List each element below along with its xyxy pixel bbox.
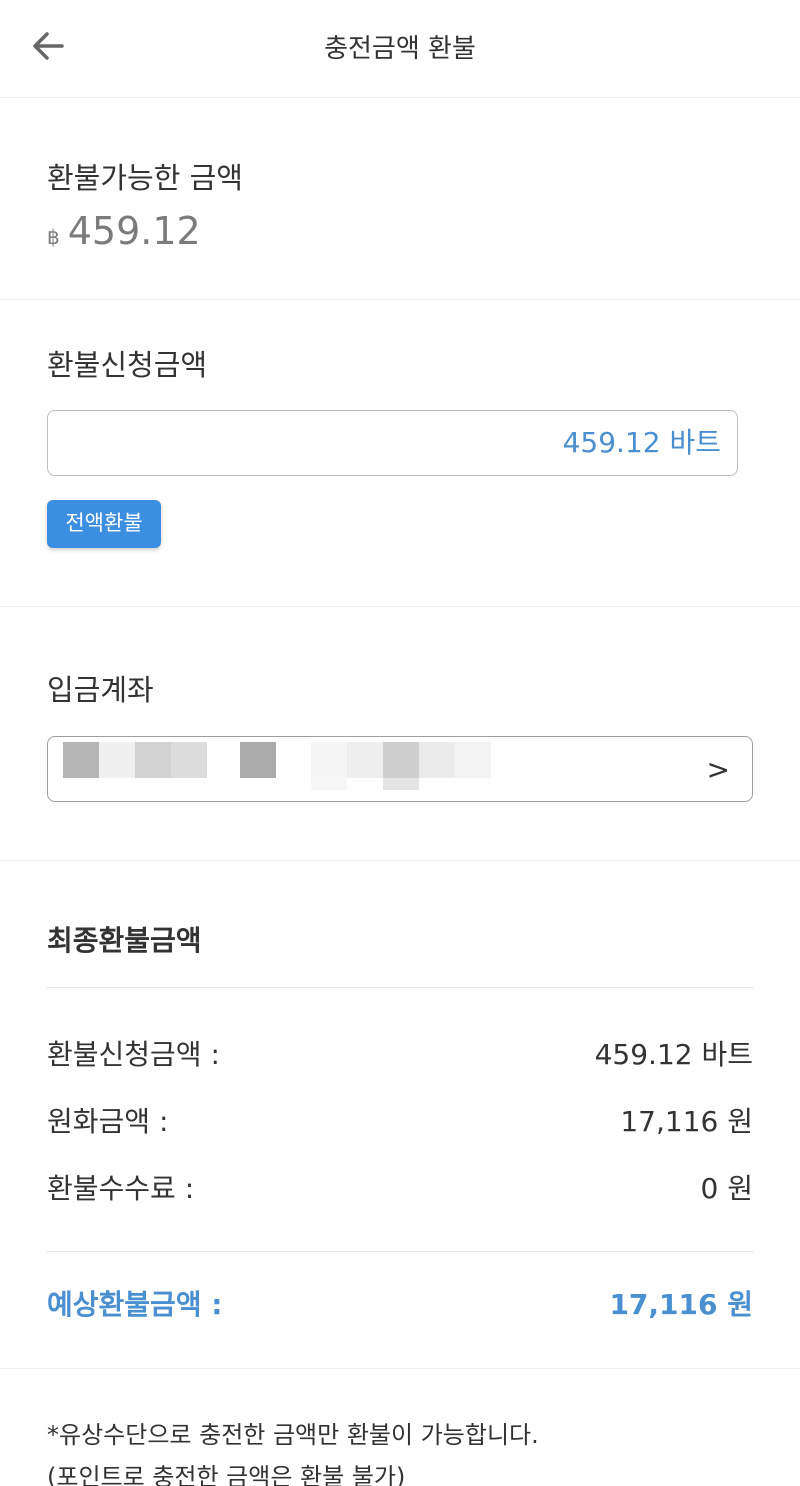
- refund-amount-input[interactable]: 459.12 바트: [47, 410, 738, 476]
- top-bar: 충전금액 환불: [0, 0, 800, 98]
- row-value: 0 원: [700, 1172, 753, 1205]
- expected-refund-value: 17,116 원: [609, 1288, 753, 1321]
- row-label: 환불수수료 :: [47, 1172, 195, 1205]
- full-refund-button[interactable]: 전액환불: [47, 500, 161, 548]
- currency-symbol: ฿: [47, 225, 60, 249]
- expected-refund-row: 예상환불금액 : 17,116 원: [47, 1283, 753, 1323]
- summary-row-fee: 환불수수료 : 0 원: [47, 1167, 753, 1207]
- row-value: 17,116 원: [620, 1105, 753, 1138]
- available-amount-section: 환불가능한 금액 ฿ 459.12: [0, 99, 800, 300]
- final-refund-section: 최종환불금액 환불신청금액 : 459.12 바트 원화금액 : 17,116 …: [0, 861, 800, 1369]
- row-label: 원화금액 :: [47, 1105, 169, 1138]
- final-refund-title: 최종환불금액: [47, 924, 202, 957]
- page-title: 충전금액 환불: [324, 34, 476, 64]
- summary-row-krw: 원화금액 : 17,116 원: [47, 1100, 753, 1140]
- row-value: 459.12 바트: [594, 1038, 753, 1071]
- available-amount: ฿ 459.12: [47, 209, 201, 253]
- deposit-account-section: 입금계좌 >: [0, 607, 800, 861]
- available-amount-label: 환불가능한 금액: [47, 161, 243, 195]
- chevron-right-icon: >: [706, 753, 730, 786]
- available-amount-value: 459.12: [67, 209, 201, 253]
- notice-line: (포인트로 충전한 금액은 환불 불가): [47, 1463, 406, 1486]
- deposit-account-label: 입금계좌: [47, 673, 154, 707]
- summary-row-request: 환불신청금액 : 459.12 바트: [47, 1033, 753, 1073]
- divider: [47, 987, 753, 988]
- row-label: 환불신청금액 :: [47, 1038, 220, 1071]
- notice-line: *유상수단으로 충전한 금액만 환불이 가능합니다.: [47, 1421, 539, 1449]
- divider: [47, 1251, 753, 1252]
- refund-request-label: 환불신청금액: [47, 348, 208, 382]
- refund-request-section: 환불신청금액 459.12 바트 전액환불: [0, 300, 800, 607]
- deposit-account-selector[interactable]: >: [47, 736, 753, 802]
- refund-notice: *유상수단으로 충전한 금액만 환불이 가능합니다. (포인트로 충전한 금액은…: [47, 1414, 539, 1486]
- expected-refund-label: 예상환불금액 :: [47, 1288, 223, 1321]
- refund-screen: 충전금액 환불 환불가능한 금액 ฿ 459.12 환불신청금액 459.12 바…: [0, 0, 800, 1486]
